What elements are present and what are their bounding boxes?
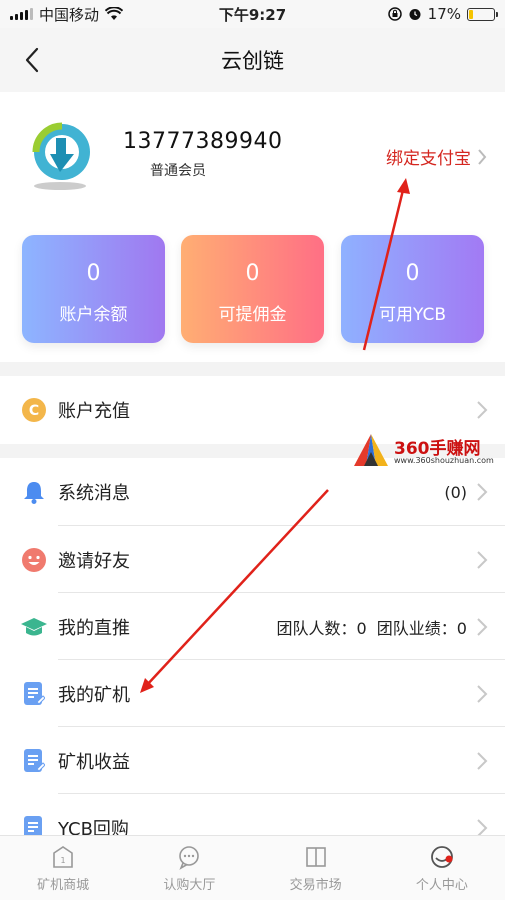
signal-icon	[10, 8, 33, 20]
graduation-cap-icon	[20, 613, 48, 641]
tab-label-market: 交易市场	[289, 878, 342, 893]
chevron-right-icon	[477, 483, 488, 501]
wifi-icon	[105, 7, 124, 20]
svg-text:1: 1	[61, 856, 66, 865]
status-right: 17%	[387, 5, 498, 23]
tab-market[interactable]: 交易市场	[253, 836, 379, 900]
battery-fill	[469, 9, 474, 19]
chevron-right-icon	[477, 401, 488, 419]
tab-subscribe[interactable]: 认购大厅	[126, 836, 252, 900]
tab-label-shop: 矿机商城	[37, 878, 90, 893]
back-button[interactable]	[14, 42, 50, 78]
chevron-right-icon	[477, 550, 488, 569]
phone-number: 13777389940	[123, 129, 283, 154]
menu-label-miners: 我的矿机	[58, 684, 130, 706]
chat-icon	[179, 846, 200, 870]
member-level: 普通会员	[150, 163, 206, 179]
chevron-right-icon	[478, 148, 487, 165]
tab-shop[interactable]: 1 矿机商城	[0, 836, 126, 900]
status-left: 中国移动	[10, 4, 124, 25]
menu-item-invite[interactable]: 邀请好友	[0, 526, 505, 593]
messages-count: (0)	[444, 482, 467, 502]
tab-label-subscribe: 认购大厅	[163, 878, 216, 893]
battery-icon	[467, 7, 498, 21]
alarm-icon	[409, 9, 421, 20]
svg-text:C: C	[29, 403, 39, 419]
menu-label-invite: 邀请好友	[58, 550, 130, 572]
nav-bar: 云创链	[0, 28, 505, 92]
menu-label-direct: 我的直推	[58, 617, 130, 639]
book-icon	[305, 847, 326, 867]
battery-percent: 17%	[427, 5, 461, 23]
document-icon	[20, 747, 48, 775]
document-icon	[20, 680, 48, 708]
tab-bar: 1 矿机商城 认购大厅 交易市场 个人中心	[0, 835, 505, 900]
bell-icon	[20, 478, 48, 506]
tab-profile[interactable]: 个人中心	[379, 836, 505, 900]
profile-section: 13777389940 普通会员 绑定支付宝 0 账户余额 0 可提佣金 0 可…	[0, 92, 505, 362]
balance-label: 账户余额	[59, 305, 128, 325]
commission-label: 可提佣金	[218, 305, 287, 325]
tab-label-profile: 个人中心	[415, 878, 468, 893]
menu-item-earnings[interactable]: 矿机收益	[0, 727, 505, 794]
commission-card[interactable]: 0 可提佣金	[181, 235, 324, 343]
bind-alipay-label: 绑定支付宝	[386, 149, 471, 169]
menu-label-earnings: 矿机收益	[58, 751, 130, 773]
smile-icon	[20, 546, 48, 574]
ycb-label: 可用YCB	[379, 305, 446, 325]
watermark-url: www.360shouzhuan.com	[394, 456, 494, 465]
shop-icon: 1	[53, 846, 73, 868]
coin-icon: C	[20, 396, 48, 424]
balance-card[interactable]: 0 账户余额	[22, 235, 165, 343]
chevron-right-icon	[477, 617, 488, 636]
carrier-label: 中国移动	[39, 5, 100, 24]
rotation-lock-icon	[387, 7, 402, 21]
ycb-value: 0	[405, 261, 420, 286]
page-title: 云创链	[221, 49, 284, 73]
watermark-triangle-icon	[354, 434, 388, 466]
menu-label-recharge: 账户充值	[58, 401, 130, 422]
balance-value: 0	[86, 261, 101, 286]
chevron-right-icon	[477, 751, 488, 770]
chevron-left-icon	[25, 47, 39, 73]
chevron-right-icon	[477, 684, 488, 703]
ycb-card[interactable]: 0 可用YCB	[341, 235, 484, 343]
menu-item-direct[interactable]: 我的直推 团队人数：0 团队业绩：0	[0, 593, 505, 660]
menu-item-miners[interactable]: 我的矿机	[0, 660, 505, 727]
user-icon	[430, 846, 453, 868]
menu-label-messages: 系统消息	[58, 483, 130, 504]
commission-value: 0	[245, 261, 260, 286]
bind-alipay-link[interactable]: 绑定支付宝	[386, 144, 487, 169]
status-bar: 中国移动 下午9:27 17%	[0, 0, 505, 28]
avatar[interactable]	[22, 116, 98, 192]
account-cards: 0 账户余额 0 可提佣金 0 可用YCB	[22, 235, 484, 343]
team-stats: 团队人数：0 团队业绩：0	[276, 618, 467, 638]
watermark-logo: 360手赚网 www.360shouzhuan.com	[352, 432, 502, 470]
